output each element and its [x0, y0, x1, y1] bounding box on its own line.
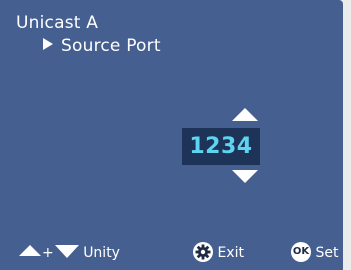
plus-sign: +: [42, 245, 54, 261]
ok-icon-text: OK: [292, 246, 310, 257]
increment-arrow-icon[interactable]: [232, 108, 258, 121]
exit-hint[interactable]: Exit: [193, 242, 244, 264]
source-port-value[interactable]: 1234: [182, 128, 260, 165]
up-arrow-icon: [19, 245, 41, 256]
unity-hint[interactable]: + Unity: [19, 242, 120, 264]
subtitle-label: Source Port: [61, 36, 161, 56]
set-label: Set: [315, 245, 339, 261]
screen-title: Unicast A: [16, 13, 99, 33]
unity-label: Unity: [83, 245, 120, 261]
down-arrow-icon: [54, 245, 79, 258]
display-screen: Unicast A Source Port 1234 + Unity Exit …: [0, 0, 343, 270]
set-hint[interactable]: OK Set: [291, 242, 338, 264]
ok-icon: OK: [291, 242, 311, 262]
screen-subtitle: Source Port: [43, 36, 161, 56]
right-triangle-icon: [43, 38, 53, 50]
decrement-arrow-icon[interactable]: [232, 170, 258, 183]
gear-icon: [193, 242, 213, 262]
exit-label: Exit: [217, 245, 244, 261]
